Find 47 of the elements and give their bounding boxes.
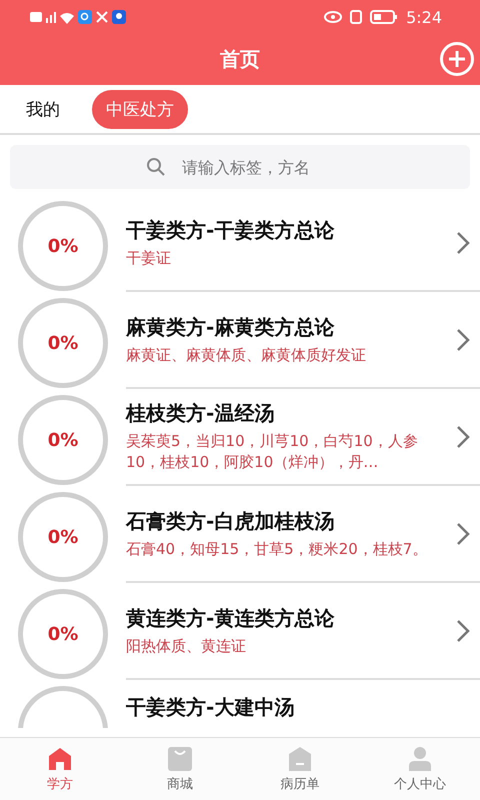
progress-text: 0% xyxy=(48,236,78,256)
chevron-icon xyxy=(456,328,470,352)
add-button[interactable] xyxy=(440,42,474,76)
page-title: 首页 xyxy=(220,46,260,73)
item-subtitle: 阳热体质、黄连证 xyxy=(126,636,247,656)
clock-time: 5:24 xyxy=(406,8,442,26)
list-item[interactable]: 石膏类方-白虎加桂枝汤 石膏40，知母15，甘草5，粳米20，桂枝7。 xyxy=(126,486,480,583)
item-title: 干姜类方-大建中汤 xyxy=(126,694,296,721)
search-app-icon xyxy=(78,10,92,24)
item-subtitle: 干姜证 xyxy=(126,248,172,268)
list-item[interactable]: 麻黄类方-麻黄类方总论 麻黄证、麻黄体质、麻黄体质好发证 xyxy=(126,292,480,389)
search-icon xyxy=(146,157,166,177)
folder-icon xyxy=(288,746,312,772)
list-item[interactable]: 干姜类方-干姜类方总论 干姜证 xyxy=(126,195,480,292)
progress-text: 0% xyxy=(48,526,78,548)
chevron-icon xyxy=(456,522,470,546)
battery-icon xyxy=(370,10,398,24)
progress-text: 0% xyxy=(48,332,78,354)
bulb-app-icon xyxy=(112,10,126,24)
item-title: 黄连类方-黄连类方总论 xyxy=(126,604,336,632)
item-subtitle: 石膏40，知母15，甘草5，粳米20，桂枝7。 xyxy=(126,538,428,560)
search-input[interactable]: 请输入标签，方名 xyxy=(180,156,334,178)
nav-tab[interactable]: 病历单 xyxy=(240,738,360,800)
chevron-icon xyxy=(456,230,470,254)
nav-tab[interactable]: 商城 xyxy=(120,738,240,800)
signal-icon xyxy=(46,12,56,22)
item-title: 干姜类方-干姜类方总论 xyxy=(126,216,336,244)
eye-icon xyxy=(324,11,342,23)
wifi-icon xyxy=(60,10,74,24)
progress-text: 0% xyxy=(48,430,78,450)
tab[interactable]: 我的 xyxy=(12,90,74,128)
progress-text: 0% xyxy=(48,624,78,644)
list-item[interactable]: 黄连类方-黄连类方总论 阳热体质、黄连证 xyxy=(126,583,480,680)
house-icon xyxy=(47,746,73,772)
item-subtitle: 麻黄证、麻黄体质、麻黄体质好发证 xyxy=(126,344,367,366)
item-subtitle: 吴茱萸5，当归10，川芎10，白芍10，人参10，桂枝10，阿胶10（烊冲），丹… xyxy=(126,431,419,473)
bag-icon xyxy=(167,746,193,772)
chevron-icon xyxy=(456,618,470,642)
item-title: 麻黄类方-麻黄类方总论 xyxy=(126,314,336,340)
plus-icon xyxy=(447,49,467,69)
item-title: 石膏类方-白虎加桂枝汤 xyxy=(126,508,336,534)
person-icon xyxy=(407,746,433,772)
nav-tab[interactable]: 学方 xyxy=(0,738,120,800)
item-title: 桂枝类方-温经汤 xyxy=(126,400,276,427)
list-item[interactable]: 桂枝类方-温经汤 吴茱萸5，当归10，川芎10，白芍10，人参10，桂枝10，阿胶10（烊冲），丹… xyxy=(126,389,480,486)
nav-tab[interactable]: 个人中心 xyxy=(360,738,480,800)
chevron-icon xyxy=(456,424,470,448)
